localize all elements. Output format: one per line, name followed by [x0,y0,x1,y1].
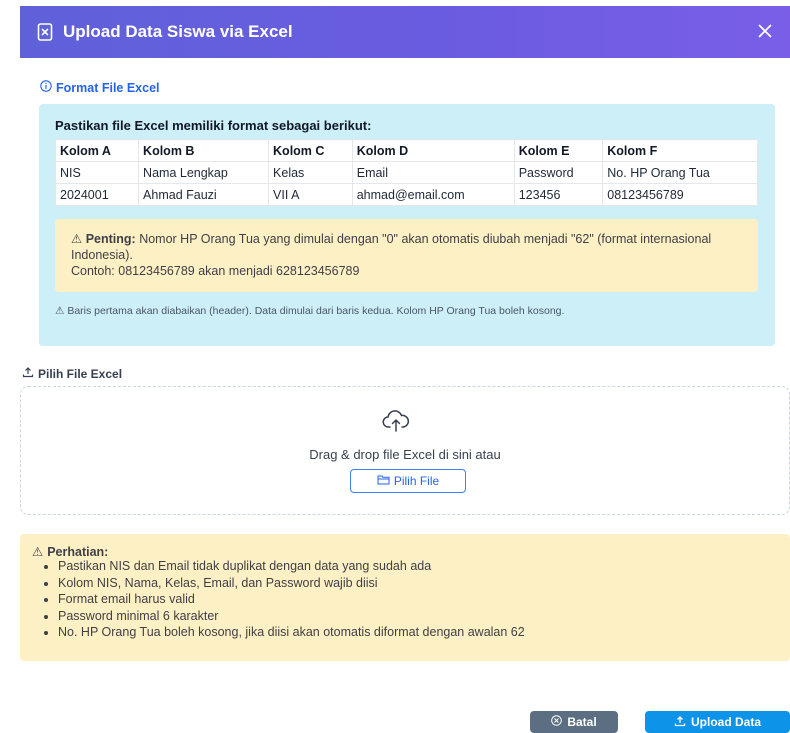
important-body: Nomor HP Orang Tua yang dimulai dengan "… [71,232,712,262]
cancel-button[interactable]: Batal [530,711,618,733]
table-cell: 123456 [513,183,604,206]
pick-file-title: Pilih File Excel [22,366,122,381]
attention-box: ⚠ Perhatian: Pastikan NIS dan Email tida… [20,534,790,661]
format-info-box: Pastikan file Excel memiliki format seba… [39,104,775,346]
upload-data-button[interactable]: Upload Data [645,711,790,733]
example-text: Contoh: 08123456789 akan menjadi 6281234… [71,264,360,278]
list-item: Password minimal 6 karakter [58,608,525,625]
table-cell: Password [513,161,604,184]
info-icon [40,80,52,95]
table-cell: No. HP Orang Tua [602,161,758,184]
column-header: Kolom D [351,139,515,162]
upload-icon [22,366,34,381]
list-item: Pastikan NIS dan Email tidak duplikat de… [58,558,525,575]
table-cell: Kelas [268,161,353,184]
upload-icon [674,715,686,730]
file-dropzone[interactable]: Drag & drop file Excel di sini atau Pili… [20,386,790,515]
upload-data-label: Upload Data [690,715,761,729]
table-cell: ahmad@email.com [351,183,515,206]
format-table: Kolom A Kolom B Kolom C Kolom D Kolom E … [54,139,758,206]
table-cell: NIS [54,161,140,184]
format-section-title: Format File Excel [40,80,160,95]
attention-title: ⚠ Perhatian: [32,544,109,560]
table-cell: Nama Lengkap [138,161,270,184]
header-note: ⚠ Baris pertama akan diabaikan (header).… [55,304,755,319]
warning-icon: ⚠ [55,305,65,317]
dropzone-text: Drag & drop file Excel di sini atau [309,447,501,462]
table-cell: 2024001 [54,183,140,206]
cancel-label: Batal [567,715,597,729]
warning-icon: ⚠ [71,232,83,246]
format-intro: Pastikan file Excel memiliki format seba… [55,118,372,133]
dialog-header: Upload Data Siswa via Excel [20,6,790,58]
list-item: No. HP Orang Tua boleh kosong, jika diis… [58,624,525,641]
dialog-title: Upload Data Siswa via Excel [63,22,293,41]
folder-icon [377,474,390,488]
pick-file-label: Pilih File [393,474,440,488]
attention-list: Pastikan NIS dan Email tidak duplikat de… [32,558,525,641]
cloud-upload-icon [382,409,410,433]
table-row: NIS Nama Lengkap Kelas Email Password No… [54,161,758,184]
important-box: ⚠ Penting: Nomor HP Orang Tua yang dimul… [55,219,758,292]
column-header: Kolom E [513,139,604,162]
list-item: Format email harus valid [58,591,525,608]
table-cell: Ahmad Fauzi [138,183,270,206]
important-label: Penting: [85,232,136,246]
column-header: Kolom C [268,139,353,162]
warning-icon: ⚠ [32,545,44,559]
cancel-circle-icon [551,715,563,729]
important-text: ⚠ Penting: Nomor HP Orang Tua yang dimul… [71,231,758,263]
header-note-text: Baris pertama akan diabaikan (header). D… [67,305,565,317]
pick-file-button[interactable]: Pilih File [350,469,466,493]
column-header: Kolom B [138,139,270,162]
table-row: 2024001 Ahmad Fauzi VII A ahmad@email.co… [54,183,758,206]
table-cell: VII A [268,183,353,206]
list-item: Kolom NIS, Nama, Kelas, Email, dan Passw… [58,575,525,592]
attention-title-text: Perhatian: [47,544,109,559]
table-cell: 08123456789 [602,183,758,206]
file-excel-icon [37,23,53,41]
format-title-text: Format File Excel [56,80,160,95]
table-cell: Email [351,161,515,184]
table-header-row: Kolom A Kolom B Kolom C Kolom D Kolom E … [54,139,758,162]
close-icon[interactable] [754,20,776,42]
column-header: Kolom F [602,139,758,162]
column-header: Kolom A [54,139,140,162]
pick-file-title-text: Pilih File Excel [38,366,123,381]
